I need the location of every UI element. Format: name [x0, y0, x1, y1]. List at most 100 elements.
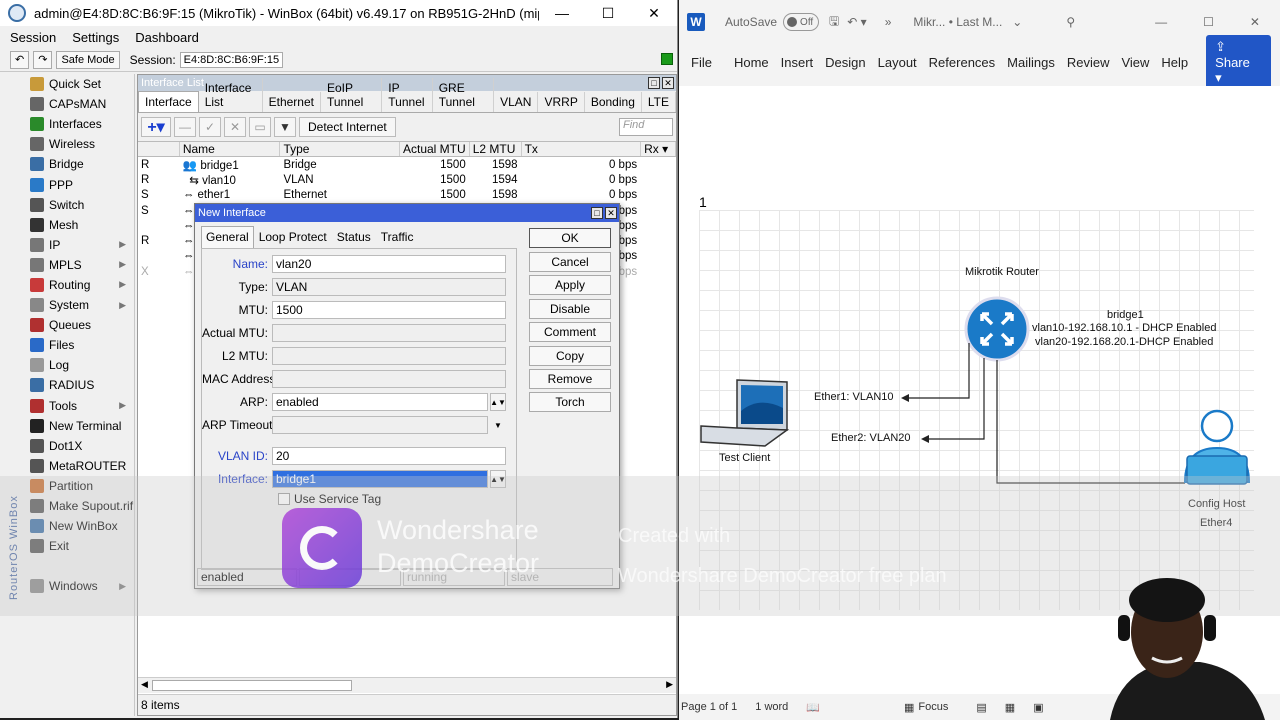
save-icon[interactable]: 🖫	[829, 12, 839, 33]
scroll-left-icon[interactable]: ◀	[141, 679, 148, 690]
tab-bonding[interactable]: Bonding	[585, 92, 642, 112]
tab-traffic[interactable]: Traffic	[376, 226, 419, 248]
sidebar-item-queues[interactable]: Queues	[26, 315, 134, 335]
interface-dropdown-icon[interactable]: ▲▼	[490, 470, 506, 488]
sidebar-item-exit[interactable]: Exit	[26, 536, 134, 556]
tab-gre-tunnel[interactable]: GRE Tunnel	[433, 78, 495, 112]
ok-button[interactable]: OK	[529, 228, 611, 248]
sidebar-item-switch[interactable]: Switch	[26, 195, 134, 215]
sidebar-item-interfaces[interactable]: Interfaces	[26, 114, 134, 134]
ribbon-tab-help[interactable]: Help	[1161, 55, 1188, 70]
page-count[interactable]: Page 1 of 1	[681, 701, 737, 713]
horizontal-scrollbar[interactable]: ◀ ▶	[138, 677, 676, 693]
document-title[interactable]: Mikr... • Last M...	[913, 15, 1002, 29]
filter-icon[interactable]: ▼	[274, 117, 296, 137]
ribbon-tab-mailings[interactable]: Mailings	[1007, 55, 1055, 70]
sidebar-item-system[interactable]: System ▶	[26, 295, 134, 315]
mtu-field[interactable]: 1500	[272, 301, 506, 319]
cancel-button[interactable]: Cancel	[529, 252, 611, 272]
close-icon[interactable]: ✕	[662, 77, 674, 89]
checkbox-box[interactable]	[278, 493, 290, 505]
scroll-thumb[interactable]	[152, 680, 352, 691]
tab-interface[interactable]: Interface	[138, 91, 199, 112]
chevron-down-icon[interactable]: ⌄	[1012, 15, 1022, 29]
sidebar-item-make-supout-rif[interactable]: Make Supout.rif	[26, 496, 134, 516]
tab-vlan[interactable]: VLAN	[494, 92, 539, 112]
ribbon-tab-home[interactable]: Home	[734, 55, 769, 70]
ribbon-tab-layout[interactable]: Layout	[878, 55, 917, 70]
sidebar-item-new-terminal[interactable]: New Terminal	[26, 416, 134, 436]
minimize-icon[interactable]: —	[539, 0, 585, 26]
vlan-id-field[interactable]: 20	[272, 447, 506, 465]
add-icon[interactable]: +▾	[141, 117, 171, 137]
remove-button[interactable]: Remove	[529, 368, 611, 389]
copy-button[interactable]: Copy	[529, 345, 611, 366]
close-icon[interactable]: ✕	[631, 0, 677, 26]
torch-button[interactable]: Torch	[529, 392, 611, 413]
focus-icon[interactable]: ▦	[904, 701, 914, 714]
apply-button[interactable]: Apply	[529, 275, 611, 296]
web-layout-icon[interactable]: ▣	[1033, 701, 1043, 714]
arp-select[interactable]: enabled	[272, 393, 488, 411]
focus-button[interactable]: Focus	[918, 701, 948, 713]
sidebar-item-dot1x[interactable]: Dot1X	[26, 436, 134, 456]
ribbon-tab-references[interactable]: References	[929, 55, 995, 70]
search-icon[interactable]: ⚲	[1066, 15, 1075, 29]
sidebar-item-bridge[interactable]: Bridge	[26, 154, 134, 174]
tab-vrrp[interactable]: VRRP	[538, 92, 585, 112]
col-tx[interactable]: Tx	[522, 142, 642, 156]
remove-icon[interactable]: —	[174, 117, 196, 137]
print-layout-icon[interactable]: ▦	[1005, 701, 1015, 714]
col-type[interactable]: Type	[280, 142, 400, 156]
minimize-icon[interactable]: —	[1155, 15, 1167, 29]
tab-loop-protect[interactable]: Loop Protect	[254, 226, 332, 248]
read-mode-icon[interactable]: ▤	[976, 701, 986, 714]
restore-icon[interactable]: □	[648, 77, 660, 89]
tab-interface-list[interactable]: Interface List	[199, 78, 263, 112]
menu-dashboard[interactable]: Dashboard	[135, 30, 199, 45]
menu-session[interactable]: Session	[10, 30, 56, 45]
tab-ip-tunnel[interactable]: IP Tunnel	[382, 78, 433, 112]
ribbon-tab-file[interactable]: File	[691, 55, 712, 70]
sidebar-item-capsman[interactable]: CAPsMAN	[26, 94, 134, 114]
sidebar-item-mpls[interactable]: MPLS ▶	[26, 255, 134, 275]
enable-icon[interactable]: ✓	[199, 117, 221, 137]
sidebar-item-mesh[interactable]: Mesh	[26, 215, 134, 235]
sidebar-item-tools[interactable]: Tools ▶	[26, 396, 134, 416]
comment-icon[interactable]: ▭	[249, 117, 271, 137]
ribbon-tab-design[interactable]: Design	[825, 55, 865, 70]
sidebar-item-windows[interactable]: Windows ▶	[26, 576, 134, 596]
ribbon-tab-insert[interactable]: Insert	[781, 55, 814, 70]
col-flag[interactable]	[138, 142, 180, 156]
interface-select[interactable]: bridge1	[272, 470, 488, 488]
sidebar-item-ppp[interactable]: PPP	[26, 174, 134, 194]
table-row[interactable]: S ⇔ ether1 Ethernet 1500 1598 0 bps	[138, 188, 676, 203]
tab-general[interactable]: General	[201, 226, 254, 248]
share-button[interactable]: ⇪ Share ▾	[1206, 34, 1271, 90]
find-input[interactable]: Find	[619, 118, 673, 136]
arp-timeout-field[interactable]	[272, 416, 488, 434]
sidebar-item-routing[interactable]: Routing ▶	[26, 275, 134, 295]
sidebar-item-new-winbox[interactable]: New WinBox	[26, 516, 134, 536]
sidebar-item-radius[interactable]: RADIUS	[26, 375, 134, 395]
sidebar-item-metarouter[interactable]: MetaROUTER	[26, 456, 134, 476]
tab-ethernet[interactable]: Ethernet	[263, 92, 321, 112]
col-name[interactable]: Name	[180, 142, 281, 156]
tab-eoip-tunnel[interactable]: EoIP Tunnel	[321, 78, 383, 112]
col-l2-mtu[interactable]: L2 MTU	[470, 142, 522, 156]
maximize-icon[interactable]: ☐	[1203, 15, 1214, 29]
col-actual-mtu[interactable]: Actual MTU	[400, 142, 470, 156]
sidebar-item-partition[interactable]: Partition	[26, 476, 134, 496]
disable-icon[interactable]: ✕	[224, 117, 246, 137]
proofing-icon[interactable]: 📖	[806, 701, 820, 714]
arp-timeout-dropdown-icon[interactable]: ▼	[490, 416, 506, 434]
col-rx[interactable]: Rx ▾	[641, 142, 676, 156]
undo-icon[interactable]: ↶	[10, 50, 30, 69]
sidebar-item-wireless[interactable]: Wireless	[26, 134, 134, 154]
comment-button[interactable]: Comment	[529, 322, 611, 343]
arp-dropdown-icon[interactable]: ▲▼	[490, 393, 506, 411]
restore-icon[interactable]: □	[591, 207, 603, 219]
redo-icon[interactable]: ↷	[33, 50, 53, 69]
undo-icon[interactable]: ↶ ▾	[847, 15, 866, 29]
sidebar-item-files[interactable]: Files	[26, 335, 134, 355]
